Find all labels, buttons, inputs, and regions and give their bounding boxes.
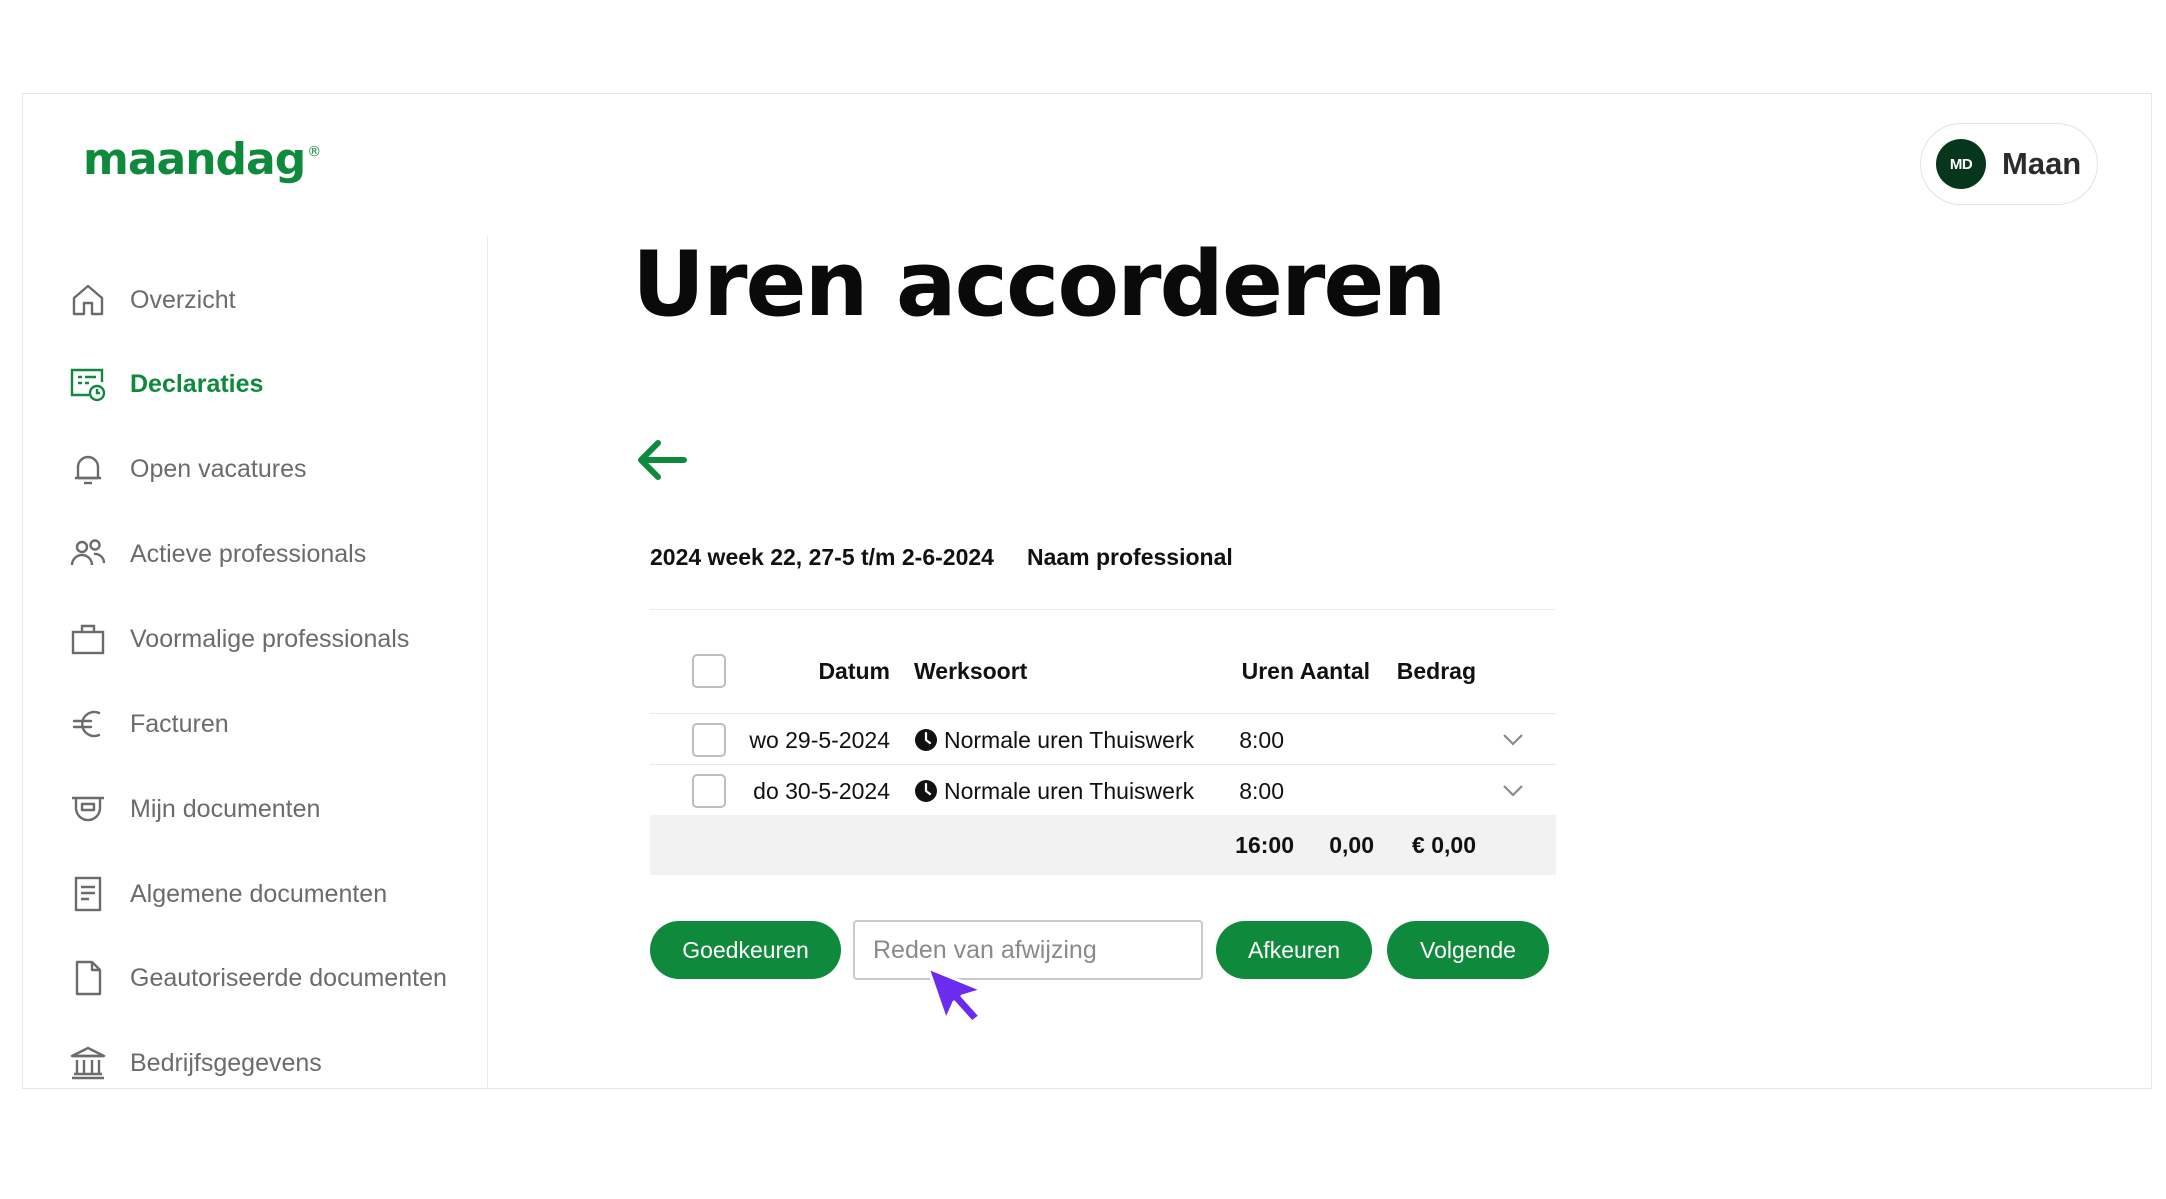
document-icon <box>68 958 108 998</box>
sidebar-item-label: Open vacatures <box>130 454 307 483</box>
sidebar-item-voormalige-professionals[interactable]: Voormalige professionals <box>68 615 409 663</box>
sidebar-item-open-vacatures[interactable]: Open vacatures <box>68 445 307 493</box>
column-header-bedrag: Bedrag <box>1396 657 1476 684</box>
clock-icon <box>915 780 937 802</box>
briefcase-icon <box>68 619 108 659</box>
total-bedrag: € 0,00 <box>1412 831 1476 858</box>
rejection-reason-input[interactable] <box>853 920 1203 980</box>
sidebar-item-label: Geautoriseerde documenten <box>130 963 447 992</box>
home-icon <box>68 280 108 320</box>
werksoort-label: Normale uren Thuiswerk <box>944 726 1195 753</box>
next-button[interactable]: Volgende <box>1387 921 1549 979</box>
row-datum: do 30-5-2024 <box>753 777 890 804</box>
table-row[interactable]: do 30-5-2024 Normale uren Thuiswerk 8:00 <box>650 764 1556 817</box>
column-header-aantal: Aantal <box>1299 657 1370 684</box>
sidebar-item-mijn-documenten[interactable]: Mijn documenten <box>68 785 320 833</box>
clock-icon <box>915 729 937 751</box>
table-top-divider <box>650 609 1556 610</box>
column-header-werksoort: Werksoort <box>914 657 1028 684</box>
total-uren: 16:00 <box>1235 831 1294 858</box>
page-title: Uren accorderen <box>632 232 1447 337</box>
sidebar-item-overzicht[interactable]: Overzicht <box>68 276 236 324</box>
euro-icon <box>68 704 108 744</box>
row-uren: 8:00 <box>1239 777 1284 804</box>
back-arrow-icon[interactable] <box>634 436 690 484</box>
document-lines-icon <box>68 874 108 914</box>
people-icon <box>68 534 108 574</box>
row-checkbox[interactable] <box>692 774 726 808</box>
user-name: Maan <box>2002 146 2082 181</box>
chevron-down-icon[interactable] <box>1502 784 1524 798</box>
sidebar-item-bedrijfsgegevens[interactable]: Bedrijfsgegevens <box>68 1039 322 1087</box>
declaration-meta: 2024 week 22, 27-5 t/m 2-6-2024 Naam pro… <box>650 544 1233 571</box>
table-row[interactable]: wo 29-5-2024 Normale uren Thuiswerk 8:00 <box>650 713 1556 766</box>
document-tray-icon <box>68 789 108 829</box>
sidebar-divider <box>487 236 488 1088</box>
werksoort-label: Normale uren Thuiswerk <box>944 777 1195 804</box>
sidebar-item-label: Mijn documenten <box>130 794 321 823</box>
bell-icon <box>68 449 108 489</box>
sidebar-item-label: Overzicht <box>130 285 236 314</box>
registered-mark: ® <box>307 144 321 160</box>
building-icon <box>68 1043 108 1083</box>
sidebar-item-label: Voormalige professionals <box>130 624 410 653</box>
avatar: MD <box>1936 139 1986 189</box>
table-header-row: Datum Werksoort Uren Aantal Bedrag <box>650 645 1556 697</box>
timesheet-clock-icon <box>68 364 108 404</box>
user-menu-button[interactable]: MD Maan <box>1920 123 2098 205</box>
sidebar-item-actieve-professionals[interactable]: Actieve professionals <box>68 530 366 578</box>
row-werksoort: Normale uren Thuiswerk <box>914 765 1194 817</box>
sidebar-item-label: Bedrijfsgegevens <box>130 1048 322 1077</box>
sidebar-item-facturen[interactable]: Facturen <box>68 700 229 748</box>
approve-button[interactable]: Goedkeuren <box>650 921 841 979</box>
period-label: 2024 week 22, 27-5 t/m 2-6-2024 <box>650 544 994 570</box>
mouse-pointer-icon <box>926 966 984 1024</box>
total-aantal: 0,00 <box>1329 831 1374 858</box>
column-header-datum: Datum <box>818 657 890 684</box>
sidebar-item-label: Facturen <box>130 709 229 738</box>
sidebar-item-label: Algemene documenten <box>130 879 388 908</box>
column-header-uren: Uren <box>1241 657 1294 684</box>
professional-name: Naam professional <box>1026 544 1233 570</box>
row-checkbox[interactable] <box>692 723 726 757</box>
sidebar-item-declaraties[interactable]: Declaraties <box>68 360 263 408</box>
logo-text: maandag <box>83 134 306 185</box>
sidebar-item-geautoriseerde-documenten[interactable]: Geautoriseerde documenten <box>68 954 447 1002</box>
row-datum: wo 29-5-2024 <box>749 726 890 753</box>
select-all-checkbox[interactable] <box>692 654 726 688</box>
totals-row: 16:00 0,00 € 0,00 <box>650 815 1556 875</box>
maandag-logo[interactable]: maandag ® <box>83 134 321 185</box>
reject-button[interactable]: Afkeuren <box>1216 921 1372 979</box>
sidebar-item-algemene-documenten[interactable]: Algemene documenten <box>68 870 387 918</box>
row-uren: 8:00 <box>1239 726 1284 753</box>
chevron-down-icon[interactable] <box>1502 733 1524 747</box>
sidebar-item-label: Declaraties <box>130 369 264 398</box>
sidebar-item-label: Actieve professionals <box>130 539 367 568</box>
row-werksoort: Normale uren Thuiswerk <box>914 714 1194 766</box>
